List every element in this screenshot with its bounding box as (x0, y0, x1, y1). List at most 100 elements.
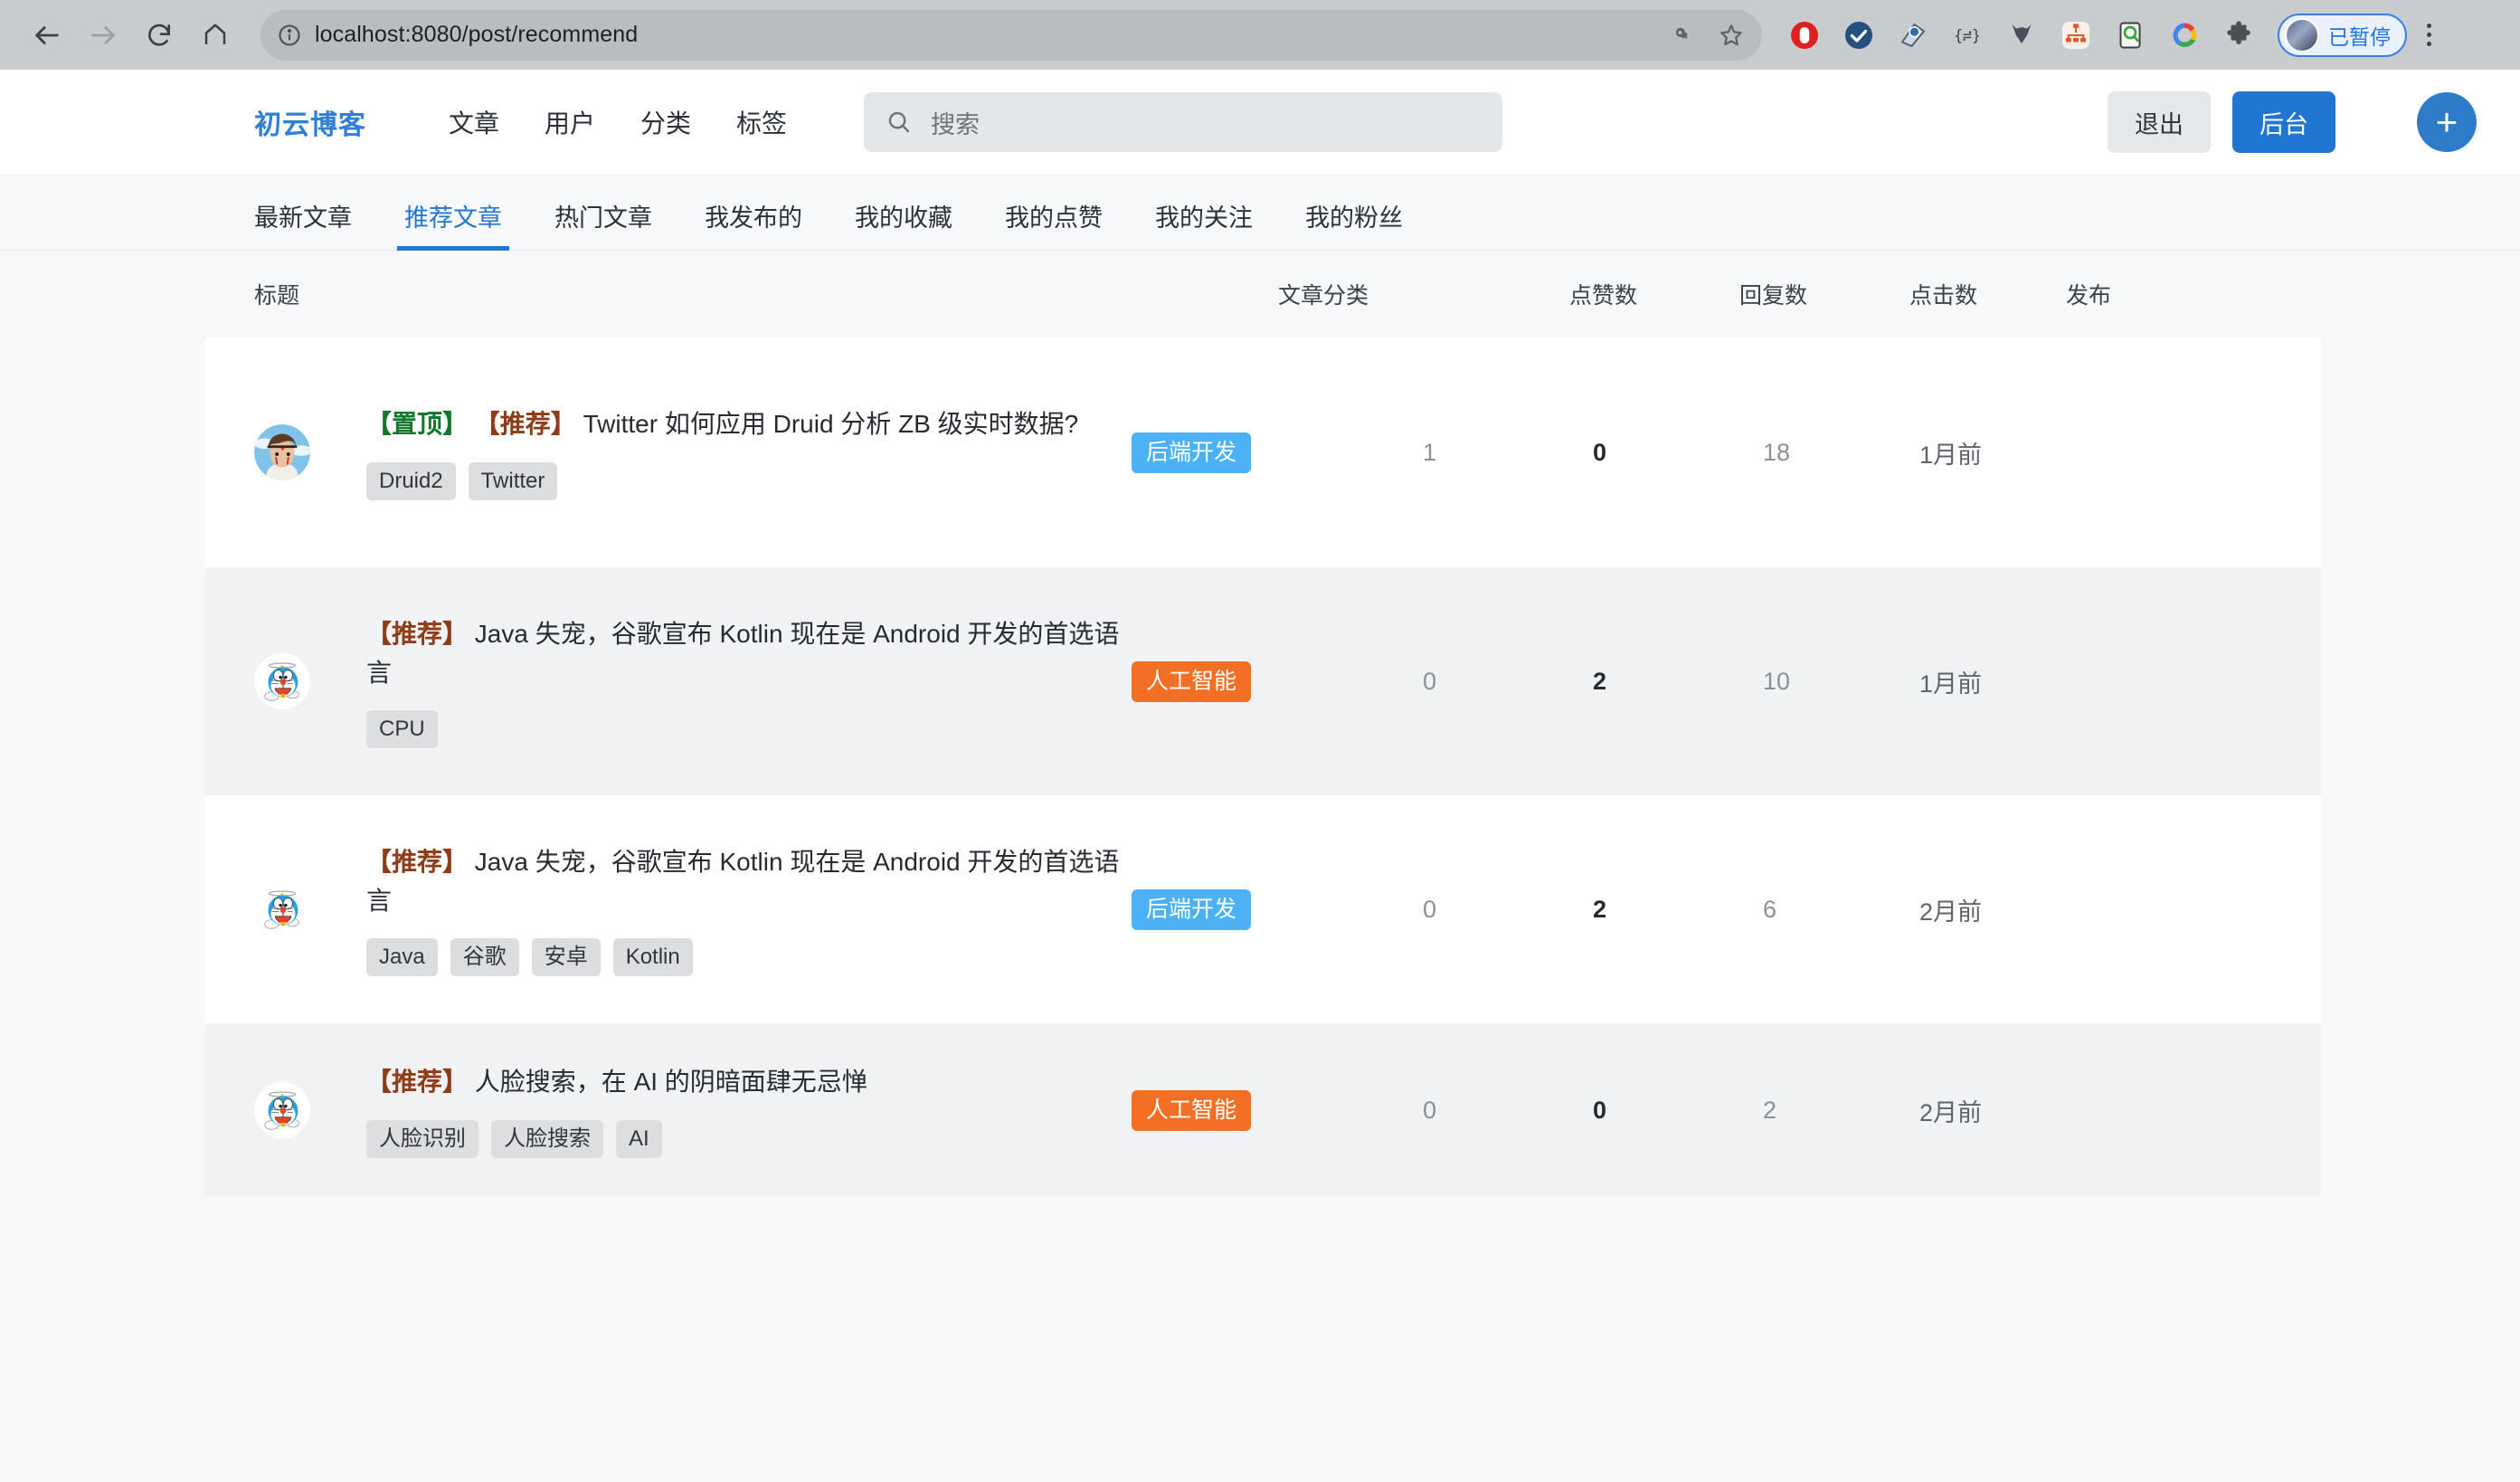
post-title[interactable]: 【推荐】 Java 失宠，谷歌宣布 Kotlin 现在是 Android 开发的… (366, 842, 1132, 920)
search-placeholder: 搜索 (931, 110, 981, 138)
post-tag[interactable]: 谷歌 (450, 938, 519, 977)
kebab-dot (2427, 33, 2431, 37)
post-title[interactable]: 【推荐】 人脸搜索，在 AI 的阴暗面肆无忌惮 (366, 1062, 1132, 1101)
home-button[interactable] (190, 10, 241, 61)
post-title-text: Java 失宠，谷歌宣布 Kotlin 现在是 Android 开发的首选语言 (366, 619, 1120, 687)
post-tag[interactable]: 人脸识别 (366, 1119, 478, 1158)
nav-item-articles[interactable]: 文章 (426, 104, 522, 140)
nav-item-users[interactable]: 用户 (522, 104, 618, 140)
post-tags: Java 谷歌 安卓 Kotlin (366, 938, 1132, 977)
tab-my-likes[interactable]: 我的点赞 (1005, 198, 1103, 250)
post-title-text: Twitter 如何应用 Druid 分析 ZB 级实时数据? (583, 410, 1079, 439)
post-title-text: 人脸搜索，在 AI 的阴暗面肆无忌惮 (474, 1068, 867, 1097)
post-tag[interactable]: 安卓 (531, 938, 601, 977)
table-row[interactable]: 【推荐】 人脸搜索，在 AI 的阴暗面肆无忌惮 人脸识别 人脸搜索 AI 人工智… (204, 1023, 2321, 1197)
forward-button[interactable] (78, 10, 128, 61)
key-icon[interactable] (1670, 22, 1697, 49)
post-tag[interactable]: Java (366, 938, 438, 977)
header-published: 发布 (2066, 283, 2112, 309)
category-badge[interactable]: 后端开发 (1132, 432, 1252, 473)
json-formatter-icon[interactable]: {≓} (1950, 18, 1985, 52)
post-flag-recommend: 【推荐】 (366, 619, 469, 648)
kebab-dot (2427, 24, 2431, 28)
post-tags: 人脸识别 人脸搜索 AI (366, 1119, 1132, 1158)
profile-status-label: 已暂停 (2328, 24, 2391, 49)
post-click-count: 18 (1763, 438, 1791, 466)
post-tag[interactable]: Kotlin (612, 938, 693, 977)
page-footer-space (0, 1197, 2520, 1251)
metamask-icon[interactable] (2004, 18, 2039, 52)
svg-text:{≓}: {≓} (1954, 27, 1981, 44)
bookmark-star-icon[interactable] (1717, 21, 1746, 50)
address-bar[interactable]: localhost:8080/post/recommend (261, 9, 1762, 61)
category-badge[interactable]: 后端开发 (1132, 888, 1252, 930)
check-shield-icon[interactable] (1842, 18, 1876, 52)
site-logo[interactable]: 初云博客 (254, 102, 366, 142)
post-reply-count: 2 (1593, 895, 1607, 923)
forward-arrow-icon (91, 25, 115, 44)
post-reply-count: 0 (1593, 438, 1607, 466)
tab-my-followers[interactable]: 我的粉丝 (1305, 198, 1403, 250)
header-title: 标题 (254, 283, 300, 309)
category-badge[interactable]: 人工智能 (1132, 1089, 1252, 1131)
keyword-search-icon[interactable] (2113, 18, 2147, 52)
tab-latest[interactable]: 最新文章 (254, 198, 352, 250)
anime-girl-avatar-icon (254, 424, 310, 480)
author-avatar-cell (254, 653, 310, 709)
info-circle-icon (279, 24, 300, 46)
post-tag[interactable]: AI (616, 1119, 662, 1158)
profile-paused-pill[interactable]: 已暂停 (2278, 13, 2407, 57)
doraemon-avatar-icon (254, 1082, 310, 1138)
google-icon[interactable] (2167, 18, 2202, 52)
post-click-count: 10 (1763, 667, 1791, 695)
site-header: 初云博客 文章 用户 分类 标签 搜索 退出 后台 + (0, 70, 2520, 176)
table-header-row: 标题 文章分类 点赞数 回复数 点击数 发布 (0, 251, 2520, 337)
post-like-count: 0 (1423, 1096, 1437, 1124)
reload-icon (148, 24, 170, 46)
author-avatar-cell (254, 424, 310, 480)
snipaste-icon[interactable] (1896, 18, 1930, 52)
header-likes: 点赞数 (1569, 283, 1638, 309)
post-reply-count: 2 (1593, 667, 1607, 695)
admin-button[interactable]: 后台 (2232, 91, 2335, 153)
post-title[interactable]: 【置顶】 【推荐】 Twitter 如何应用 Druid 分析 ZB 级实时数据… (366, 404, 1132, 443)
post-tag[interactable]: Twitter (468, 461, 558, 500)
tab-hot[interactable]: 热门文章 (554, 198, 652, 250)
search-box[interactable]: 搜索 (864, 92, 1503, 152)
nav-item-categories[interactable]: 分类 (618, 104, 714, 140)
browser-toolbar: localhost:8080/post/recommend {≓} 已暂停 (0, 0, 2520, 70)
doraemon-avatar-icon (254, 653, 310, 709)
post-table: 标题 文章分类 点赞数 回复数 点击数 发布 【置顶】 【推荐】 Twitter… (0, 251, 2520, 1251)
tab-my-posts[interactable]: 我发布的 (705, 198, 802, 250)
tab-my-following[interactable]: 我的关注 (1155, 198, 1253, 250)
post-tag[interactable]: CPU (366, 710, 438, 749)
new-post-button[interactable]: + (2417, 92, 2477, 152)
post-tag[interactable]: Druid2 (366, 461, 456, 500)
logout-button[interactable]: 退出 (2108, 91, 2211, 153)
nav-item-tags[interactable]: 标签 (714, 104, 810, 140)
post-published-time: 1月前 (1919, 441, 1983, 469)
tab-recommended[interactable]: 推荐文章 (397, 198, 509, 251)
browser-menu-button[interactable] (2427, 24, 2431, 46)
sitemap-icon[interactable] (2059, 18, 2093, 52)
header-category: 文章分类 (1278, 283, 1369, 309)
post-tag[interactable]: 人脸搜索 (491, 1119, 603, 1158)
post-published-time: 2月前 (1919, 1098, 1983, 1126)
home-icon (204, 24, 226, 44)
post-like-count: 0 (1423, 895, 1437, 923)
post-flag-top: 【置顶】 (366, 410, 469, 439)
adblock-icon[interactable] (1787, 18, 1822, 52)
post-category-cell: 后端开发 (1132, 888, 1423, 930)
tab-my-favorites[interactable]: 我的收藏 (855, 198, 952, 250)
table-row[interactable]: 【推荐】 Java 失宠，谷歌宣布 Kotlin 现在是 Android 开发的… (204, 567, 2321, 795)
back-button[interactable] (22, 10, 72, 61)
table-row[interactable]: 【推荐】 Java 失宠，谷歌宣布 Kotlin 现在是 Android 开发的… (204, 795, 2321, 1023)
author-avatar-cell (254, 881, 310, 937)
extension-icons: {≓} (1787, 18, 2256, 52)
category-badge[interactable]: 人工智能 (1132, 660, 1252, 702)
reload-button[interactable] (134, 10, 185, 61)
post-reply-count: 0 (1593, 1096, 1607, 1124)
puzzle-icon[interactable] (2222, 18, 2256, 52)
table-row[interactable]: 【置顶】 【推荐】 Twitter 如何应用 Druid 分析 ZB 级实时数据… (204, 337, 2321, 567)
post-title[interactable]: 【推荐】 Java 失宠，谷歌宣布 Kotlin 现在是 Android 开发的… (366, 614, 1132, 692)
